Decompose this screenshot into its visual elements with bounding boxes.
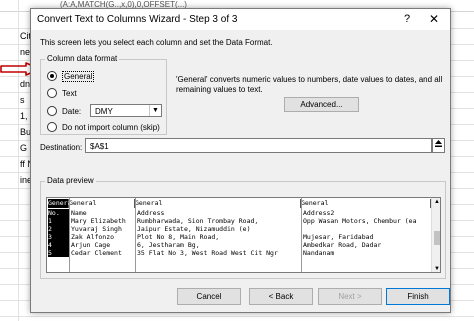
back-button[interactable]: < Back	[249, 288, 313, 305]
next-button[interactable]: Next >	[318, 288, 382, 305]
preview-cell: Address2	[303, 209, 335, 217]
preview-cell: Jaipur Estate, Nizamuddin (e)	[137, 225, 251, 233]
preview-cell: Address	[137, 209, 165, 217]
data-preview-group: Data preview General General General Gen…	[40, 176, 446, 279]
preview-cell: 35 Flat No 3, West Road West Cit Ngr	[137, 249, 278, 257]
advanced-button[interactable]: Advanced...	[284, 97, 359, 112]
dialog-titlebar[interactable]: Convert Text to Columns Wizard - Step 3 …	[31, 9, 450, 30]
preview-cell: Ambedkar Road, Dadar	[303, 241, 382, 249]
chevron-down-icon[interactable]: ▼	[149, 105, 161, 116]
radio-button[interactable]	[47, 106, 57, 116]
preview-cell: 3	[48, 233, 69, 241]
cell-text: ne	[20, 47, 31, 57]
preview-cell: Rumbharwada, Sion Trombay Road,	[137, 217, 259, 225]
preview-cell: Arjun Cage	[71, 241, 111, 249]
radio-label: Date:	[62, 106, 82, 116]
destination-label: Destination:	[40, 143, 83, 152]
collapse-dialog-button[interactable]	[432, 138, 445, 153]
preview-cell: Plot No 8, Main Road,	[137, 233, 220, 241]
column-header-4[interactable]: General	[301, 199, 431, 208]
column-header-2[interactable]: General	[69, 199, 135, 208]
radio-button[interactable]	[47, 88, 57, 98]
radio-general[interactable]: General	[47, 70, 95, 82]
column-data-format-group: Column data format General Text Date: DM…	[40, 54, 167, 135]
radio-label: Do not import column (skip)	[62, 122, 160, 132]
preview-cell: Cedar Clement	[71, 249, 122, 257]
grid-line	[0, 316, 474, 317]
text-to-columns-dialog: Convert Text to Columns Wizard - Step 3 …	[30, 8, 451, 313]
radio-text[interactable]: Text	[47, 87, 77, 99]
radio-label: Text	[62, 88, 77, 98]
grid-line	[18, 0, 19, 321]
collapse-icon	[435, 140, 442, 147]
cell-text: dn	[20, 79, 31, 89]
group-legend: Column data format	[45, 54, 120, 63]
preview-cell: 5	[48, 249, 69, 257]
preview-cell: Zak Alfonzo	[71, 233, 115, 241]
preview-cell: 2	[48, 225, 69, 233]
finish-button[interactable]: Finish	[386, 288, 450, 305]
data-preview-table[interactable]: General General General General No. Name…	[46, 197, 441, 273]
date-format-value: DMY	[95, 107, 113, 116]
scroll-up-icon[interactable]: ▲	[432, 198, 440, 207]
preview-cell: 4	[48, 241, 69, 249]
preview-cell: 1	[48, 217, 69, 225]
cancel-button[interactable]: Cancel	[177, 288, 241, 305]
dialog-title: Convert Text to Columns Wizard - Step 3 …	[37, 14, 238, 25]
radio-label: General	[62, 70, 95, 82]
scroll-down-icon[interactable]: ▼	[432, 265, 440, 272]
column-divider	[135, 198, 136, 272]
preview-cell: Opp Wasan Motors, Chembur (ea	[303, 217, 417, 225]
cell-text: s	[20, 95, 25, 105]
destination-input[interactable]: $A$1	[85, 138, 432, 153]
preview-cell: Nandanam	[303, 249, 335, 257]
radio-skip[interactable]: Do not import column (skip)	[47, 121, 160, 133]
preview-cell: Yuvaraj Singh	[71, 225, 122, 233]
date-format-select[interactable]: DMY ▼	[90, 104, 162, 117]
preview-cell: Mujesar, Faridabad	[303, 233, 374, 241]
column-divider	[69, 198, 70, 272]
close-button[interactable]: ✕	[427, 12, 441, 26]
radio-button[interactable]	[47, 71, 57, 81]
preview-cell: Mary Elizabeth	[71, 217, 126, 225]
column-header-3[interactable]: General	[135, 199, 301, 208]
intro-text: This screen lets you select each column …	[40, 38, 273, 47]
radio-button[interactable]	[47, 122, 57, 132]
preview-cell: No.	[48, 209, 69, 217]
destination-value: $A$1	[90, 142, 109, 151]
preview-cell: Name	[71, 209, 87, 217]
preview-scrollbar[interactable]: ▲ ▼	[431, 198, 440, 272]
radio-date[interactable]: Date:	[47, 105, 81, 117]
group-legend: Data preview	[45, 176, 96, 185]
general-format-note: 'General' converts numeric values to num…	[176, 75, 443, 94]
column-divider	[301, 198, 302, 272]
help-button[interactable]: ?	[400, 12, 414, 26]
column-header-1[interactable]: General	[48, 199, 75, 208]
preview-cell: 6, Jestharam Bg,	[137, 241, 200, 249]
cell-text: 1,	[20, 111, 28, 121]
scroll-thumb[interactable]	[434, 231, 440, 245]
